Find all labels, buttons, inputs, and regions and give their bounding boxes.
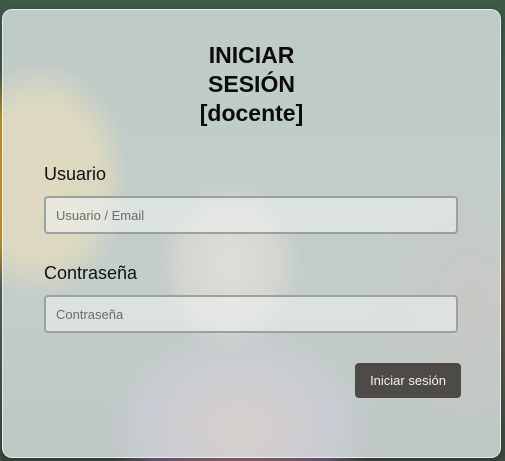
title-line-1: INICIAR bbox=[208, 42, 295, 68]
username-input[interactable] bbox=[44, 196, 458, 234]
password-label: Contraseña bbox=[44, 263, 138, 283]
username-label: Usuario bbox=[44, 164, 107, 184]
login-title: INICIAR SESIÓN [docente] bbox=[3, 41, 500, 128]
password-input[interactable] bbox=[44, 295, 458, 333]
title-line-2: SESIÓN bbox=[208, 71, 295, 97]
title-line-3: [docente] bbox=[199, 100, 304, 126]
login-screen: INICIAR SESIÓN [docente] Usuario Contras… bbox=[0, 0, 505, 461]
login-card: INICIAR SESIÓN [docente] Usuario Contras… bbox=[2, 9, 501, 458]
login-button[interactable]: Iniciar sesión bbox=[355, 363, 461, 398]
